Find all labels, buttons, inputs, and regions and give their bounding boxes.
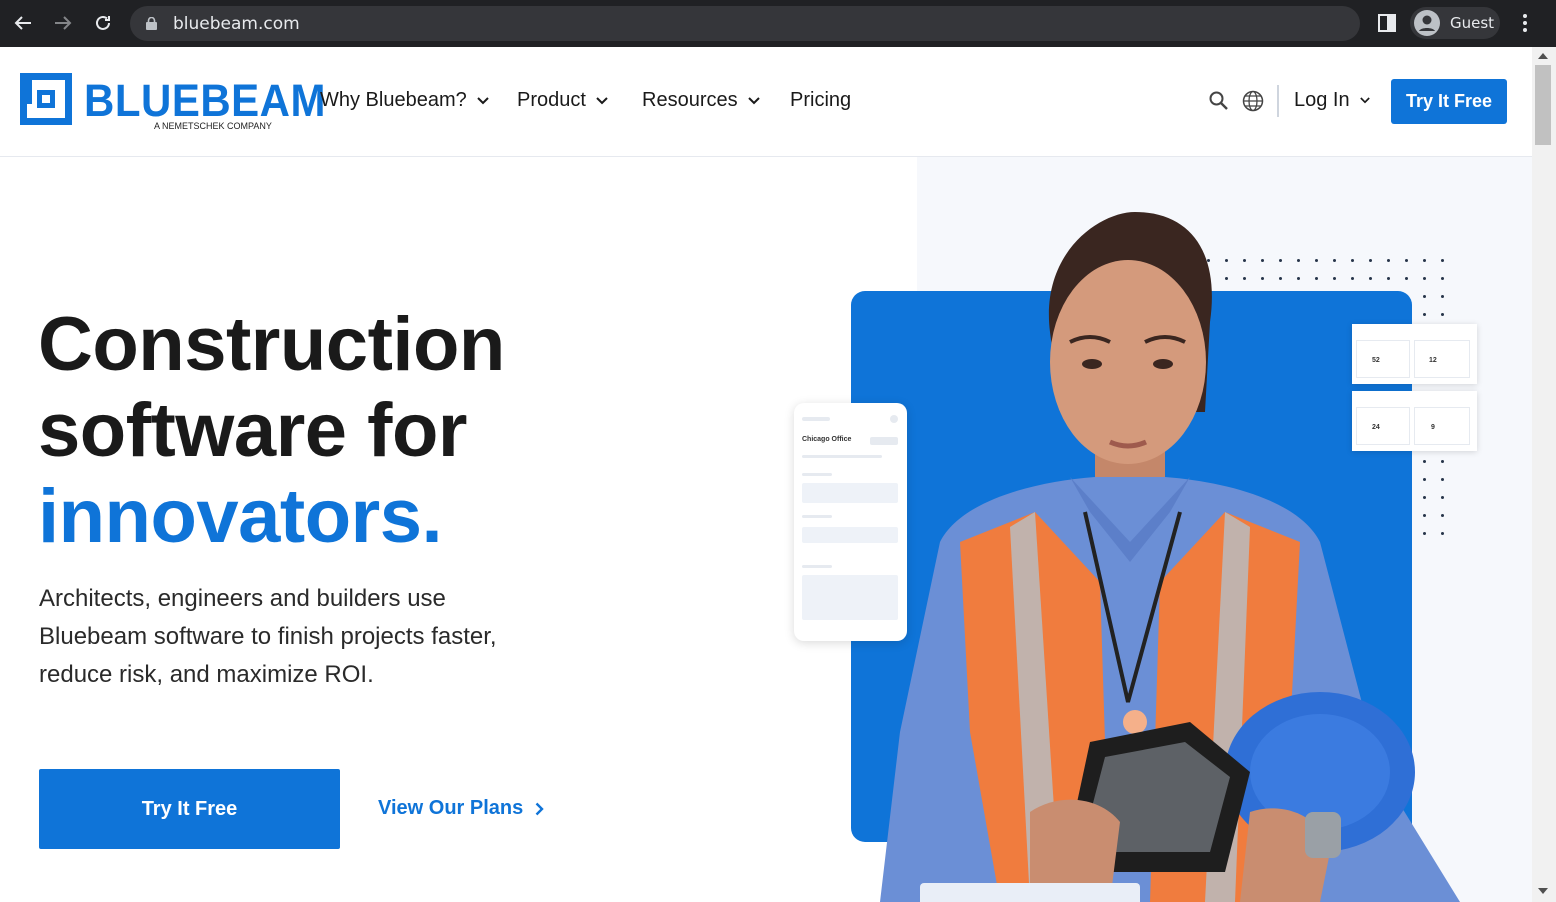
scroll-up-arrow-icon[interactable] xyxy=(1538,53,1548,59)
side-panel-icon xyxy=(1378,14,1396,32)
hero-headline: Construction software for innovators. xyxy=(38,302,598,560)
bluebeam-logo-icon[interactable] xyxy=(20,73,72,125)
forward-arrow-icon xyxy=(55,16,72,30)
profile-name: Guest xyxy=(1450,14,1495,32)
globe-icon[interactable] xyxy=(1242,90,1264,112)
construction-worker-image xyxy=(880,212,1460,902)
nav-resources[interactable]: Resources xyxy=(642,89,760,112)
hero-try-free-button[interactable]: Try It Free xyxy=(39,769,340,849)
chevron-down-icon xyxy=(747,96,760,104)
address-bar[interactable]: bluebeam.com xyxy=(130,6,1360,41)
view-plans-link[interactable]: View Our Plans xyxy=(378,797,544,820)
back-arrow-icon xyxy=(14,16,31,30)
view-plans-label: View Our Plans xyxy=(378,797,524,819)
headline-line-2: software for xyxy=(38,388,467,473)
hero-subtext: Architects, engineers and builders use B… xyxy=(39,585,497,688)
phone-mockup-title: Chicago Office xyxy=(802,436,852,443)
logo-wordmark[interactable]: BLUEBEAM xyxy=(84,75,326,127)
browser-toolbar: bluebeam.com Guest xyxy=(0,0,1556,47)
profile-chip[interactable]: Guest xyxy=(1410,7,1500,39)
chevron-right-icon xyxy=(535,802,544,815)
next-section-peek xyxy=(920,883,1140,902)
reload-button[interactable] xyxy=(88,8,118,38)
page-viewport: BLUEBEAM A NEMETSCHEK COMPANY Why Bluebe… xyxy=(0,47,1532,902)
chevron-down-icon xyxy=(596,96,608,104)
lock-icon xyxy=(146,17,157,30)
forward-button[interactable] xyxy=(48,8,78,38)
chevron-down-icon xyxy=(477,96,489,104)
logo-tagline: A NEMETSCHEK COMPANY xyxy=(154,121,272,131)
nav-product[interactable]: Product xyxy=(517,89,608,112)
search-icon[interactable] xyxy=(1208,90,1230,112)
nav-label: Resources xyxy=(642,89,738,111)
reload-icon xyxy=(96,15,110,30)
nav-label: Why Bluebeam? xyxy=(320,89,467,111)
side-panel-button[interactable] xyxy=(1372,8,1402,38)
scrollbar-thumb[interactable] xyxy=(1535,65,1551,145)
header-divider xyxy=(1277,85,1279,117)
site-header: BLUEBEAM A NEMETSCHEK COMPANY Why Bluebe… xyxy=(0,47,1532,157)
nav-label: Pricing xyxy=(790,89,852,111)
scroll-down-arrow-icon[interactable] xyxy=(1538,888,1548,894)
kebab-menu-icon xyxy=(1523,14,1527,32)
login-label: Log In xyxy=(1294,89,1350,111)
headline-line-1: Construction xyxy=(38,302,505,387)
browser-menu-button[interactable] xyxy=(1510,8,1540,38)
login-dropdown[interactable]: Log In xyxy=(1294,89,1370,112)
url-text: bluebeam.com xyxy=(173,14,300,34)
chevron-down-icon xyxy=(1359,97,1370,104)
avatar-icon xyxy=(1414,10,1440,36)
header-try-free-button[interactable]: Try It Free xyxy=(1391,79,1507,124)
nav-pricing[interactable]: Pricing xyxy=(790,89,851,112)
nav-label: Product xyxy=(517,89,586,111)
headline-accent: innovators. xyxy=(38,474,443,559)
back-button[interactable] xyxy=(8,8,38,38)
nav-why-bluebeam[interactable]: Why Bluebeam? xyxy=(320,89,489,112)
page-scrollbar[interactable] xyxy=(1532,47,1556,902)
